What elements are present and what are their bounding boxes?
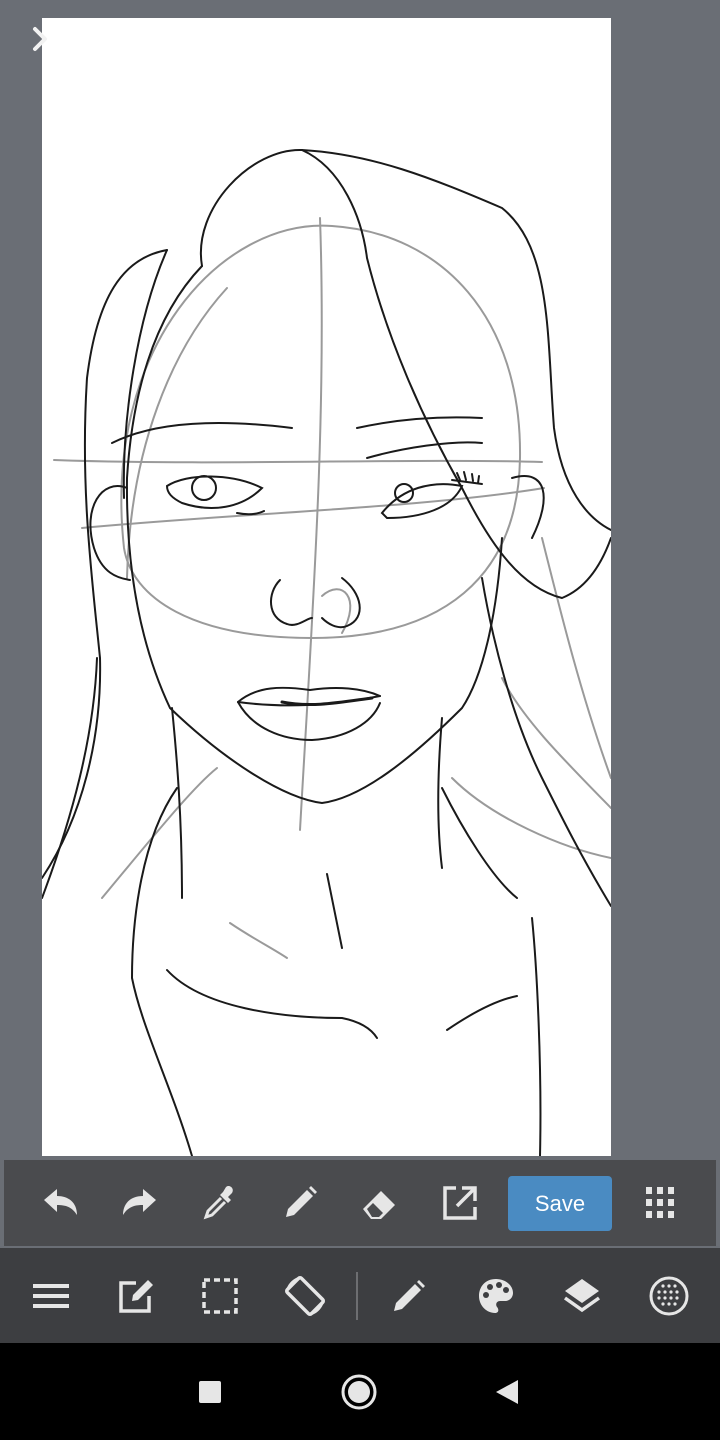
save-button[interactable]: Save: [508, 1176, 612, 1231]
workspace: [0, 0, 720, 1160]
edit-icon: [119, 1280, 153, 1313]
side-panel-toggle[interactable]: [26, 24, 54, 54]
main-toolbar: [0, 1248, 720, 1343]
redo-button[interactable]: [118, 1178, 162, 1228]
selection-button[interactable]: [194, 1270, 246, 1322]
layers-button[interactable]: [556, 1270, 608, 1322]
menu-icon: [33, 1284, 69, 1308]
eraser-icon: [363, 1191, 395, 1219]
rotate-screen-icon: [284, 1275, 326, 1317]
system-navigation-bar: [0, 1343, 720, 1440]
grid-menu-icon: [646, 1187, 674, 1218]
edit-button[interactable]: [110, 1270, 162, 1322]
back-button[interactable]: [482, 1367, 532, 1417]
palette-icon: [479, 1279, 513, 1313]
home-icon: [341, 1374, 377, 1410]
layers-icon: [563, 1279, 601, 1313]
quick-toolbar: Save: [4, 1160, 716, 1246]
eyedropper-button[interactable]: [198, 1178, 242, 1228]
recents-icon: [199, 1381, 221, 1403]
open-external-icon: [443, 1186, 477, 1220]
home-button[interactable]: [334, 1367, 384, 1417]
recents-button[interactable]: [185, 1367, 235, 1417]
eraser-tool-button[interactable]: [358, 1178, 402, 1228]
material-icon: [649, 1276, 689, 1316]
selection-icon: [202, 1278, 238, 1314]
rotate-screen-button[interactable]: [279, 1270, 331, 1322]
material-button[interactable]: [643, 1270, 695, 1322]
toolbar-divider: [356, 1272, 358, 1320]
brush-button[interactable]: [383, 1270, 435, 1322]
chevron-right-icon: [33, 27, 47, 51]
redo-icon: [123, 1189, 156, 1215]
more-tools-button[interactable]: [638, 1178, 682, 1228]
back-icon: [496, 1380, 518, 1404]
pen-tool-button[interactable]: [278, 1178, 322, 1228]
undo-icon: [44, 1189, 77, 1215]
eyedropper-icon: [203, 1185, 233, 1220]
pen-icon: [286, 1186, 317, 1217]
open-external-button[interactable]: [438, 1178, 482, 1228]
drawing-canvas[interactable]: [42, 18, 611, 1156]
face-sketch: [42, 148, 611, 1156]
color-button[interactable]: [470, 1270, 522, 1322]
brush-icon: [394, 1280, 425, 1311]
menu-button[interactable]: [25, 1270, 77, 1322]
undo-button[interactable]: [38, 1178, 82, 1228]
